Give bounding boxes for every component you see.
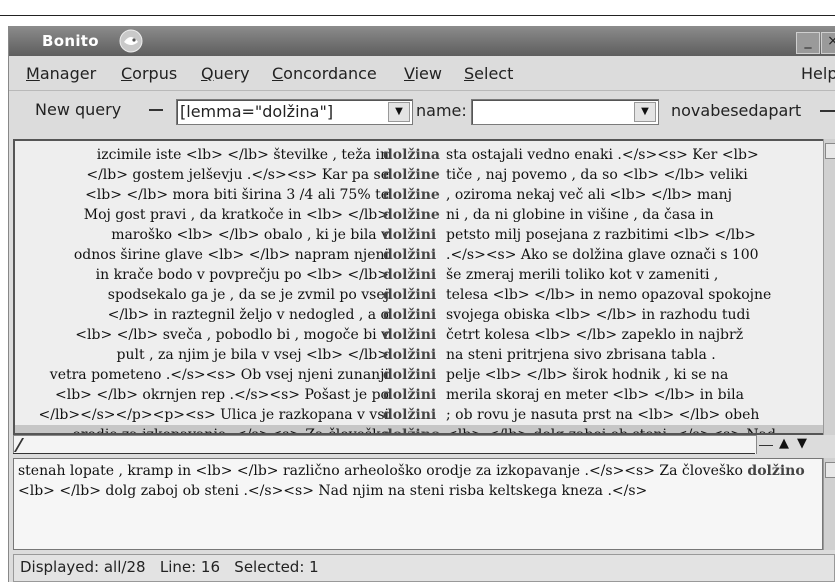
menu-dash-icon <box>149 109 163 111</box>
concordance-row[interactable]: odnos širine glave <lb> </lb> napram nje… <box>15 245 823 265</box>
concordance-nav-bar: ▲ ▼ <box>13 435 833 455</box>
nav-underline <box>13 453 755 454</box>
new-query-button[interactable]: New query <box>13 96 165 124</box>
window-title: Bonito <box>42 32 99 50</box>
scroll-down-icon[interactable]: ▼ <box>795 436 809 452</box>
concordance-row[interactable]: </lb></s></p><p><s> Ulica je razkopana v… <box>15 405 823 425</box>
menu-query[interactable]: Query <box>201 64 250 83</box>
query-value: [lemma="dolžina"] <box>180 102 334 121</box>
scrollbar-arrow-icon[interactable] <box>825 462 835 478</box>
concordance-row[interactable]: </lb> in raztegnil željo v nedogled , a … <box>15 305 823 325</box>
concordance-row[interactable]: pult , za njim je bila v vsej <lb> </lb>… <box>15 345 823 365</box>
concordance-row[interactable]: izcimile iste <lb> </lb> številke , teža… <box>15 145 823 165</box>
query-combo[interactable]: [lemma="dolžina"] ▼ <box>176 99 413 125</box>
nav-field[interactable] <box>13 435 757 454</box>
title-bar: Bonito _ × <box>9 26 835 56</box>
concordance-row[interactable]: </lb> gostem jelševju .</s><s> Kar pa se… <box>15 165 823 185</box>
concordance-row-selected[interactable]: orodje za izkopavanje .</s><s> Za človeš… <box>15 425 823 433</box>
concordance-row[interactable]: <lb> </lb> sveča , pobodlo bi , mogoče b… <box>15 325 823 345</box>
concordance-panel[interactable]: izcimile iste <lb> </lb> številke , teža… <box>13 139 825 435</box>
name-combo[interactable]: ▼ <box>471 99 659 125</box>
bonito-logo-icon <box>119 29 143 53</box>
context-panel[interactable]: stenah lopate , kramp in <lb> </lb> razl… <box>13 458 823 550</box>
query-dropdown-icon[interactable]: ▼ <box>388 102 410 122</box>
menu-view[interactable]: View <box>404 64 442 83</box>
scrollbar-arrow-icon[interactable] <box>825 143 835 159</box>
name-label: name: <box>416 101 467 120</box>
menu-concordance[interactable]: Concordance <box>272 64 377 83</box>
context-keyword: dolžino <box>747 463 805 479</box>
query-bar: New query [lemma="dolžina"] ▼ name: ▼ no… <box>9 91 835 131</box>
corpus-dash-icon <box>820 110 835 112</box>
concordance-row[interactable]: Moj gost pravi , da kratkoče in <lb> </l… <box>15 205 823 225</box>
context-line-1: stenah lopate , kramp in <lb> </lb> razl… <box>18 463 805 479</box>
concordance-row[interactable]: in krače bodo v povprečju po <lb> </lb> d… <box>15 265 823 285</box>
menu-manager[interactable]: Manager <box>26 64 96 83</box>
slash-icon <box>13 438 25 452</box>
close-button[interactable]: × <box>821 32 835 54</box>
concordance-row[interactable]: vetra pometeno .</s><s> Ob vsej njeni zu… <box>15 365 823 385</box>
concordance-row[interactable]: <lb> </lb> mora biti širina 3 /4 ali 75%… <box>15 185 823 205</box>
menu-select[interactable]: Select <box>464 64 513 83</box>
context-scrollbar[interactable] <box>823 458 835 550</box>
nav-dash-icon <box>759 445 773 446</box>
menu-help[interactable]: Help <box>801 64 835 83</box>
status-bar: Displayed: all/28 Line: 16 Selected: 1 <box>13 554 835 582</box>
concordance-row[interactable]: spodsekalo ga je , da se je zvmil po vse… <box>15 285 823 305</box>
bonito-window: Bonito _ × Manager Corpus Query Concorda… <box>8 26 835 582</box>
minimize-button[interactable]: _ <box>796 32 820 54</box>
concordance-row[interactable]: maroško <lb> </lb> obalo , ki je bila vd… <box>15 225 823 245</box>
name-dropdown-icon[interactable]: ▼ <box>634 102 656 122</box>
new-query-label: New query <box>35 100 122 119</box>
menu-corpus[interactable]: Corpus <box>121 64 177 83</box>
page-top-rule <box>0 15 835 16</box>
corpus-selector[interactable]: novabesedapart <box>671 101 801 120</box>
status-text: Displayed: all/28 Line: 16 Selected: 1 <box>20 558 319 576</box>
concordance-scrollbar[interactable] <box>823 139 835 435</box>
menu-bar: Manager Corpus Query Concordance View Se… <box>9 56 835 91</box>
scroll-up-icon[interactable]: ▲ <box>777 436 791 452</box>
concordance-row[interactable]: <lb> </lb> okrnjen rep .</s><s> Pošast j… <box>15 385 823 405</box>
context-line-2: <lb> </lb> dolg zaboj ob steni .</s><s> … <box>18 483 648 499</box>
